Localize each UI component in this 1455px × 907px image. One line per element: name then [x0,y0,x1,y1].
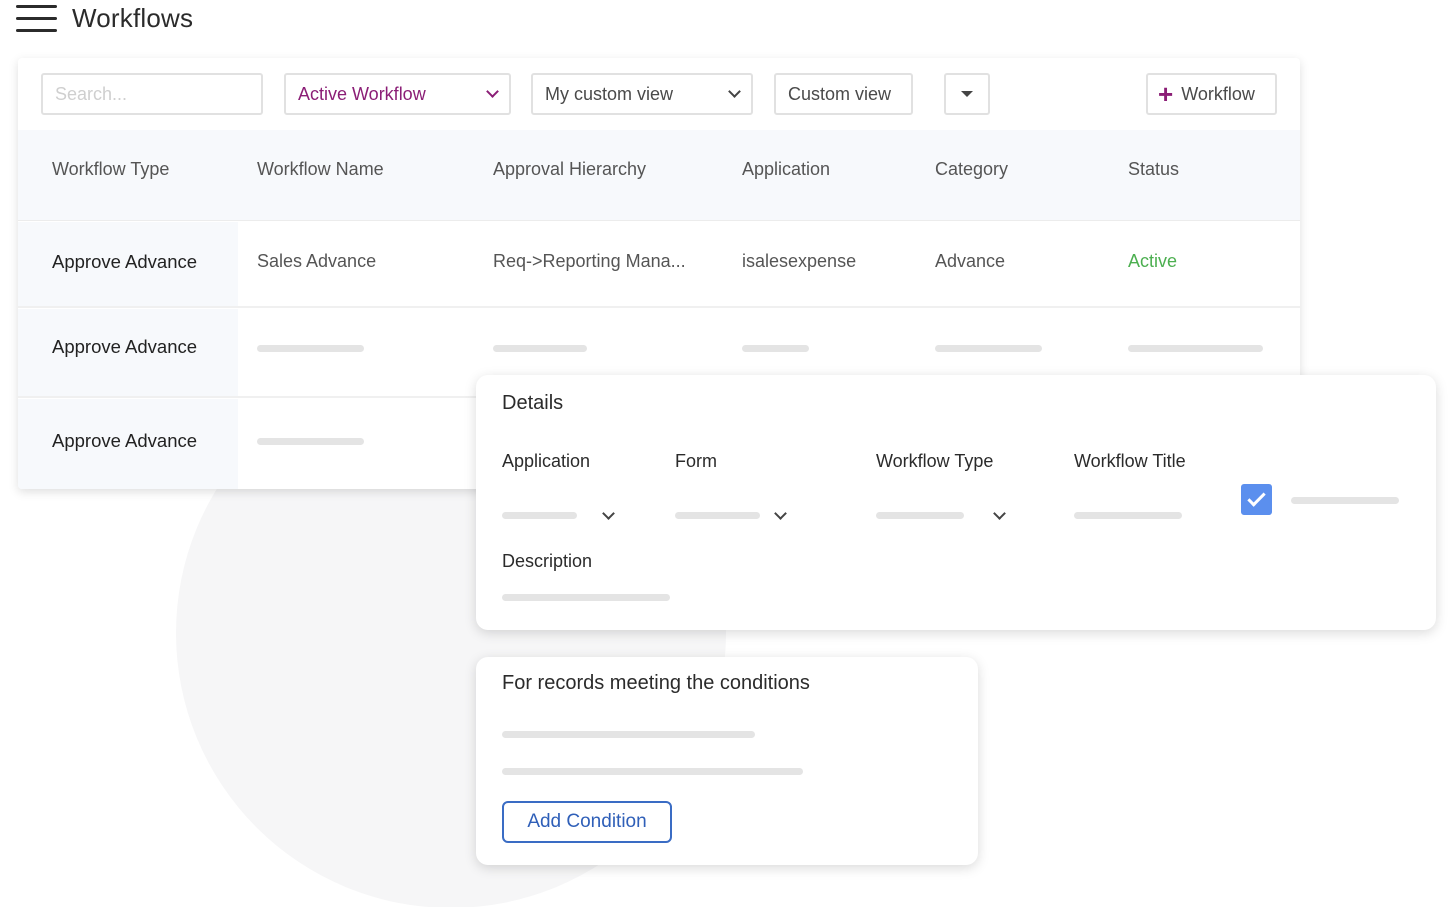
table-row[interactable]: Approve Advance Sales Advance Req->Repor… [18,222,1300,308]
column-header-approval-hierarchy[interactable]: Approval Hierarchy [493,159,646,180]
details-title: Details [502,392,564,414]
cell-status: Active [1128,251,1178,271]
cell-workflow-type: Approve Advance [52,430,198,451]
column-header-status[interactable]: Status [1128,159,1179,180]
checkbox-label-placeholder [1291,497,1399,504]
checkmark-icon [1247,488,1266,507]
search-box [41,73,263,115]
column-header-category[interactable]: Category [935,159,1008,180]
view-select-value: My custom view [545,83,674,104]
table-header: Workflow Type Workflow Name Approval Hie… [18,130,1300,221]
condition-placeholder-bar [502,768,803,775]
placeholder-bar [257,345,364,352]
chevron-down-icon[interactable] [993,507,1006,520]
view-select[interactable]: My custom view [531,73,753,115]
field-label-workflow-title: Workflow Title [1074,451,1186,471]
chevron-down-icon [486,85,499,98]
column-header-workflow-name[interactable]: Workflow Name [257,159,384,180]
placeholder-bar [742,345,809,352]
form-select-placeholder[interactable] [675,512,760,519]
custom-view-label: Custom view [788,83,892,104]
custom-view-button[interactable]: Custom view [774,73,913,115]
triangle-down-icon [961,91,973,97]
field-label-workflow-type: Workflow Type [876,451,994,471]
workflow-filter-select[interactable]: Active Workflow [284,73,511,115]
chevron-down-icon[interactable] [774,507,787,520]
option-checkbox[interactable] [1241,484,1272,515]
field-label-description: Description [502,551,593,571]
add-workflow-button[interactable]: + Workflow [1146,73,1277,115]
conditions-card: For records meeting the conditions Add C… [476,657,978,865]
cell-workflow-type: Approve Advance [52,251,198,272]
details-card: Details Application Form Workflow Type W… [476,375,1436,630]
view-options-dropdown[interactable] [944,73,990,115]
search-input[interactable] [55,83,249,105]
hamburger-menu-icon[interactable] [16,5,58,33]
workflow-filter-value: Active Workflow [298,83,426,104]
placeholder-bar [1128,345,1263,352]
placeholder-bar [257,438,364,445]
conditions-title: For records meeting the conditions [502,672,810,694]
application-select-placeholder[interactable] [502,512,577,519]
add-condition-button[interactable]: Add Condition [502,801,672,843]
column-header-workflow-type[interactable]: Workflow Type [52,159,169,180]
description-input-placeholder[interactable] [502,594,670,601]
field-label-form: Form [675,451,717,471]
workflow-title-input-placeholder[interactable] [1074,512,1182,519]
chevron-down-icon [728,85,741,98]
placeholder-bar [493,345,587,352]
column-header-application[interactable]: Application [742,159,830,180]
workflow-type-select-placeholder[interactable] [876,512,964,519]
field-label-application: Application [502,451,591,471]
condition-placeholder-bar [502,731,755,738]
cell-approval-hierarchy: Req->Reporting Mana... [493,251,686,271]
cell-workflow-name: Sales Advance [257,251,377,271]
placeholder-bar [935,345,1042,352]
add-workflow-label: Workflow [1181,83,1255,104]
plus-icon: + [1158,79,1174,109]
page-title: Workflows [72,3,194,33]
cell-application: isalesexpense [742,251,857,271]
cell-category: Advance [935,251,1006,271]
cell-workflow-type: Approve Advance [52,336,198,357]
chevron-down-icon[interactable] [602,507,615,520]
